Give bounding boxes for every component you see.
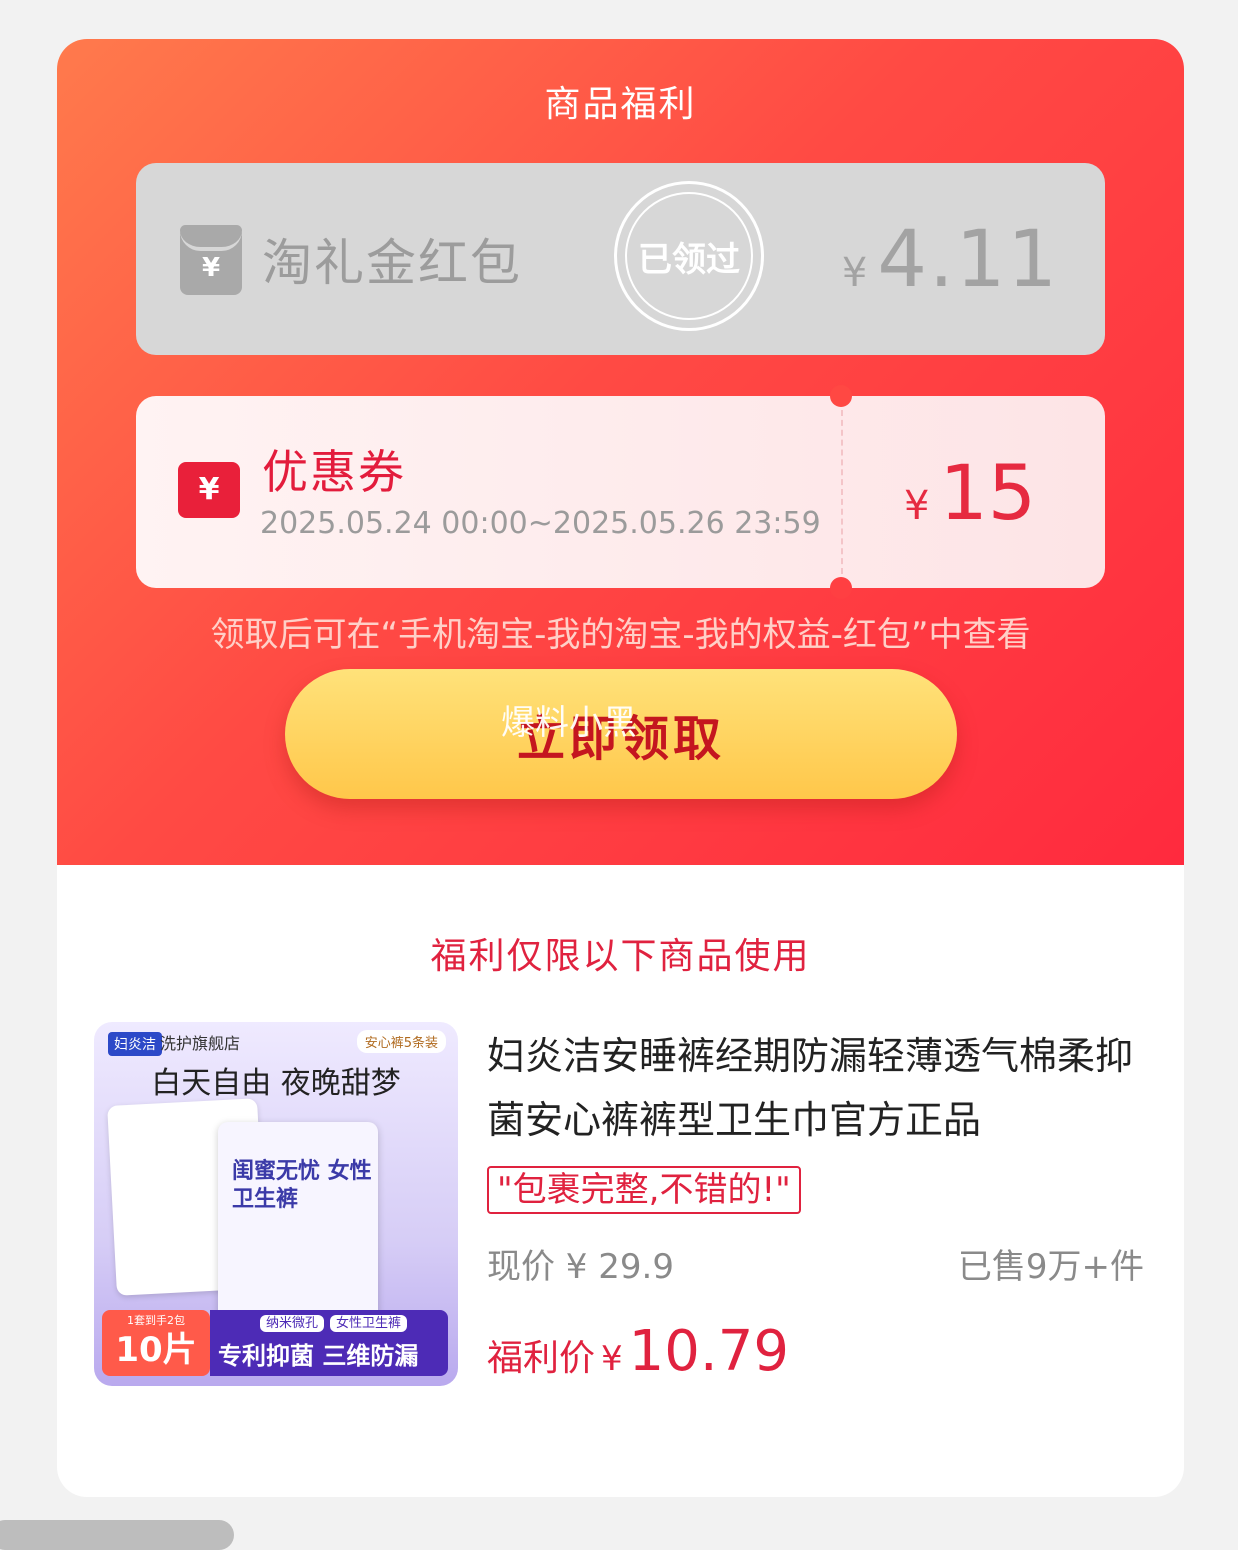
coupon-divider: [841, 410, 843, 574]
product-pieces-note: 1套到手2包: [127, 1314, 185, 1327]
product-feature-tags: 纳米微孔 女性卫生裤: [260, 1312, 413, 1332]
product-pieces-badge: 1套到手2包 10片: [102, 1310, 210, 1376]
red-packet-amount: ¥4.11: [842, 215, 1059, 305]
page-title: 商品福利: [544, 84, 697, 125]
product-image-brand: 妇炎洁: [108, 1032, 162, 1056]
claimed-stamp-text: 已领过: [625, 192, 753, 320]
benefit-header-section: 商品福利 ¥ 淘礼金红包 已领过 ¥4.11 ¥ 优惠券 2025.05.24 …: [57, 39, 1184, 865]
red-packet-card: ¥ 淘礼金红包 已领过 ¥4.11: [136, 163, 1105, 355]
coupon-value: 15: [939, 448, 1037, 537]
coupon-notch-bottom: [830, 577, 852, 599]
restriction-note: 福利仅限以下商品使用: [430, 936, 811, 977]
coupon-currency: ¥: [904, 483, 930, 529]
product-image[interactable]: 妇炎洁 洗护旗舰店 安心裤5条装 白天自由 夜晚甜梦 闺蜜无忧 女性卫生裤 1套…: [94, 1022, 458, 1386]
watermark: 爆料小黑: [501, 703, 637, 743]
claim-hint: 领取后可在“手机淘宝-我的淘宝-我的权益-红包”中查看: [210, 615, 1031, 655]
coupon-notch-top: [830, 385, 852, 407]
product-image-store: 洗护旗舰店: [160, 1034, 241, 1053]
product-feature-banner: 纳米微孔 女性卫生裤 专利抑菌 三维防漏: [210, 1310, 448, 1376]
claimed-stamp: 已领过: [614, 181, 764, 331]
product-pieces-count: 10片: [115, 1330, 197, 1370]
product-bag-front: 闺蜜无忧 女性卫生裤: [218, 1122, 378, 1322]
red-packet-name: 淘礼金红包: [262, 234, 522, 292]
coupon-icon: ¥: [178, 462, 240, 518]
product-sold-count: 已售9万+件: [957, 1247, 1144, 1287]
deal-price-currency: ¥: [601, 1339, 623, 1379]
product-image-pack: 安心裤5条装: [356, 1030, 446, 1053]
red-packet-icon-glyph: ¥: [201, 253, 221, 283]
deal-price-value: 10.79: [628, 1319, 789, 1384]
red-packet-currency: ¥: [841, 250, 870, 296]
product-tag-1: 纳米微孔: [260, 1315, 325, 1332]
coupon-amount: ¥15: [904, 448, 1036, 537]
product-title[interactable]: 妇炎洁安睡裤经期防漏轻薄透气棉柔抑菌安心裤裤型卫生巾官方正品: [487, 1024, 1147, 1152]
coupon-card[interactable]: ¥ 优惠券 2025.05.24 00:00~2025.05.26 23:59 …: [136, 385, 1105, 599]
product-deal-price: 福利价 ¥10.79: [487, 1319, 789, 1384]
red-packet-icon: ¥: [180, 225, 242, 295]
welfare-card: 商品福利 ¥ 淘礼金红包 已领过 ¥4.11 ¥ 优惠券 2025.05.24 …: [57, 39, 1184, 1497]
product-tag-2: 女性卫生裤: [330, 1315, 408, 1332]
product-feature-line: 专利抑菌 三维防漏: [218, 1342, 419, 1370]
product-current-price: 现价 ¥ 29.9: [487, 1247, 674, 1287]
product-bag-text: 闺蜜无忧 女性卫生裤: [232, 1159, 372, 1212]
home-indicator: [0, 1520, 234, 1550]
red-packet-value: 4.11: [877, 215, 1059, 305]
product-review-tag: "包裹完整,不错的!": [487, 1166, 801, 1214]
deal-price-label: 福利价: [487, 1338, 596, 1379]
product-image-slogan: 白天自由 夜晚甜梦: [151, 1066, 401, 1101]
coupon-validity: 2025.05.24 00:00~2025.05.26 23:59: [260, 506, 821, 541]
coupon-name: 优惠券: [262, 445, 406, 499]
